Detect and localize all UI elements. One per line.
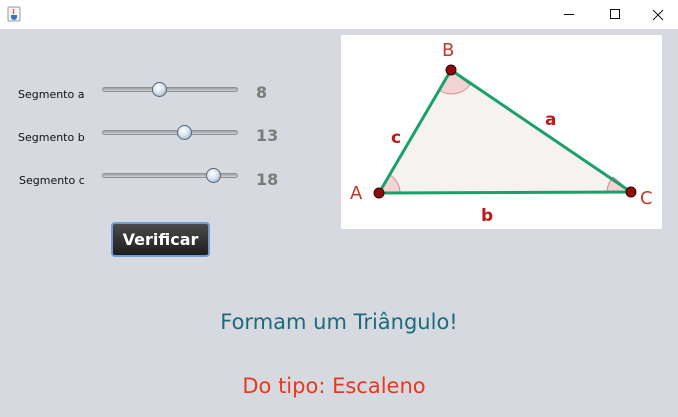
close-icon (652, 9, 664, 20)
segment-b-slider[interactable] (102, 125, 238, 141)
segment-a-slider[interactable] (102, 82, 238, 98)
triangle-type-message: Do tipo: Escaleno (242, 374, 426, 398)
vertex-b-label: B (442, 40, 454, 61)
title-bar (0, 0, 678, 29)
segment-b-value: 13 (256, 126, 279, 145)
main-panel: Segmento a 8 Segmento b 13 Segmento c 18… (0, 29, 678, 417)
close-button[interactable] (638, 0, 678, 29)
segment-a-label: Segmento a (18, 88, 85, 101)
segment-c-slider[interactable] (102, 168, 238, 184)
slider-thumb[interactable] (152, 82, 167, 97)
segment-b-label: Segmento b (18, 131, 85, 144)
vertex-a-label: A (350, 183, 363, 204)
segment-c-value: 18 (256, 170, 279, 189)
vertex-c-label: C (640, 188, 653, 209)
slider-track[interactable] (102, 87, 238, 92)
side-a-label: a (545, 110, 556, 130)
vertex-b-point (445, 64, 457, 76)
segment-a-value: 8 (256, 83, 268, 102)
verify-button[interactable]: Verificar (111, 222, 210, 257)
vertex-a-point (373, 187, 385, 199)
slider-thumb[interactable] (177, 125, 192, 140)
side-b-edge (378, 190, 632, 195)
maximize-button[interactable] (592, 0, 638, 29)
segment-c-label: Segmento c (19, 174, 85, 187)
minimize-icon (563, 14, 574, 15)
triangle-diagram: A B C a b c (341, 35, 662, 229)
maximize-icon (609, 9, 620, 19)
result-message: Formam um Triângulo! (220, 310, 458, 334)
slider-track[interactable] (102, 130, 238, 135)
side-c-label: c (391, 128, 401, 148)
side-b-label: b (481, 206, 493, 226)
minimize-button[interactable] (546, 0, 592, 29)
java-app-icon (6, 6, 22, 22)
slider-thumb[interactable] (206, 168, 221, 183)
vertex-c-point (625, 186, 637, 198)
